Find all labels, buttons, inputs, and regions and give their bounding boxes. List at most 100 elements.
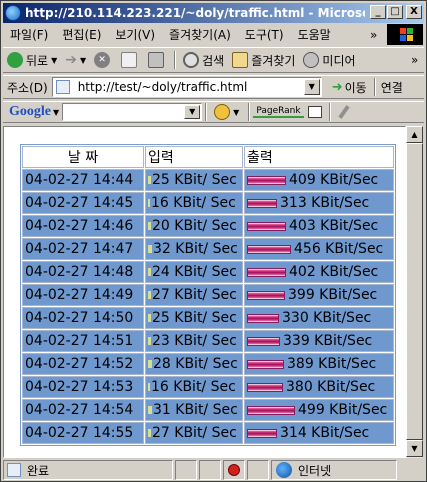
menu-edit[interactable]: 편집(E) <box>55 26 108 43</box>
status-bar: 완료 인터넷 <box>3 460 424 480</box>
search-icon <box>183 52 200 68</box>
menu-help[interactable]: 도움말 <box>291 26 338 43</box>
back-label: 뒤로 <box>26 53 49 68</box>
output-value: 409 KBit/Sec <box>289 172 379 188</box>
input-cell: 16 KBit/ Sec <box>145 192 243 214</box>
menu-favorites[interactable]: 즐겨찾기(A) <box>162 26 238 43</box>
pagerank-indicator[interactable]: PageRank <box>253 106 304 118</box>
search-button[interactable]: 검색 <box>179 52 228 69</box>
forward-button[interactable]: ➔ ▼ <box>61 52 90 68</box>
output-cell: 330 KBit/Sec <box>244 307 394 329</box>
table-row: 04-02-27 14:44 25 KBit/ Sec 409 KBit/Sec <box>22 169 394 191</box>
maximize-button[interactable]: □ <box>387 5 403 19</box>
google-search-input[interactable]: ▼ <box>62 103 203 121</box>
highlight-pen-icon[interactable] <box>337 105 350 119</box>
internet-zone-icon <box>276 462 292 478</box>
back-button[interactable]: 뒤로 ▼ <box>3 52 61 69</box>
address-dropdown-icon[interactable]: ▼ <box>303 79 320 95</box>
input-value: 24 KBit/ Sec <box>152 264 237 280</box>
input-value: 28 KBit/ Sec <box>153 356 238 372</box>
toolbar-separator <box>174 51 177 69</box>
favorites-button[interactable]: 즐겨찾기 <box>228 52 299 69</box>
input-value: 23 KBit/ Sec <box>152 333 237 349</box>
output-cell: 403 KBit/Sec <box>244 215 394 237</box>
input-value: 16 KBit/ Sec <box>151 379 236 395</box>
scroll-up-button[interactable]: ▲ <box>406 126 423 143</box>
google-separator-2 <box>248 103 251 121</box>
favorites-icon <box>232 52 249 68</box>
google-search-dropdown-icon[interactable]: ▼ <box>233 108 239 117</box>
address-label: 주소(D) <box>7 80 48 95</box>
output-traffic-bar <box>247 267 286 277</box>
google-menu-dropdown-icon[interactable]: ▼ <box>53 108 59 117</box>
scrollbar-thumb[interactable] <box>406 143 423 440</box>
input-value: 16 KBit/ Sec <box>151 195 236 211</box>
page-content: 날 짜 입력 출력 04-02-27 14:44 25 KBit/ Sec 409 … <box>3 126 406 458</box>
menu-file[interactable]: 파일(F) <box>3 26 55 43</box>
window-title: http://210.114.223.221/~doly/traffic.htm… <box>25 6 365 20</box>
output-cell: 409 KBit/Sec <box>244 169 394 191</box>
output-traffic-bar <box>247 313 279 323</box>
back-dropdown-icon: ▼ <box>51 55 58 65</box>
links-label[interactable]: 연결 <box>379 79 403 96</box>
google-search-dropdown-icon[interactable]: ▼ <box>184 105 201 119</box>
output-cell: 339 KBit/Sec <box>244 330 394 352</box>
date-cell: 04-02-27 14:44 <box>22 169 144 191</box>
title-bar[interactable]: http://210.114.223.221/~doly/traffic.htm… <box>3 3 424 23</box>
google-separator-3 <box>328 103 331 121</box>
home-button[interactable] <box>144 52 171 68</box>
toolbar-overflow-chevron[interactable]: » <box>411 53 418 67</box>
input-cell: 23 KBit/ Sec <box>145 330 243 352</box>
output-value: 330 KBit/Sec <box>282 310 372 326</box>
google-logo[interactable]: Google <box>3 104 53 120</box>
input-cell: 16 KBit/ Sec <box>145 376 243 398</box>
date-cell: 04-02-27 14:49 <box>22 284 144 306</box>
input-value: 31 KBit/ Sec <box>153 402 238 418</box>
header-output: 출력 <box>244 146 394 168</box>
output-cell: 380 KBit/Sec <box>244 376 394 398</box>
minimize-button[interactable]: _ <box>370 5 386 19</box>
input-value: 27 KBit/ Sec <box>152 287 237 303</box>
stop-button[interactable]: ✕ <box>90 52 117 68</box>
input-cell: 24 KBit/ Sec <box>145 261 243 283</box>
go-button[interactable]: ➜ 이동 <box>328 79 371 96</box>
table-row: 04-02-27 14:45 16 KBit/ Sec 313 KBit/Sec <box>22 192 394 214</box>
standard-toolbar: 뒤로 ▼ ➔ ▼ ✕ 검색 즐겨찾기 미디어 » <box>3 47 424 73</box>
output-value: 456 KBit/Sec <box>294 241 384 257</box>
status-lock-cell <box>199 460 221 480</box>
address-field[interactable]: http://test/~doly/traffic.html ▼ <box>51 77 322 97</box>
table-row: 04-02-27 14:51 23 KBit/ Sec 339 KBit/Sec <box>22 330 394 352</box>
input-cell: 31 KBit/ Sec <box>145 399 243 421</box>
go-label: 이동 <box>344 80 367 95</box>
scroll-down-button[interactable]: ▼ <box>406 440 423 457</box>
input-level-indicator <box>148 314 151 322</box>
date-cell: 04-02-27 14:50 <box>22 307 144 329</box>
table-row: 04-02-27 14:54 31 KBit/ Sec 499 KBit/Sec <box>22 399 394 421</box>
input-value: 25 KBit/ Sec <box>152 172 237 188</box>
input-level-indicator <box>148 245 152 253</box>
media-button[interactable]: 미디어 <box>299 52 359 69</box>
vertical-scrollbar[interactable]: ▲ ▼ <box>406 126 423 458</box>
refresh-icon <box>121 52 138 68</box>
date-cell: 04-02-27 14:55 <box>22 422 144 444</box>
page-info-icon[interactable] <box>307 106 322 118</box>
output-value: 402 KBit/Sec <box>289 264 379 280</box>
menu-tools[interactable]: 도구(T) <box>238 26 291 43</box>
popup-blocked-cell[interactable] <box>223 460 245 480</box>
input-level-indicator <box>148 268 151 276</box>
google-search-icon[interactable] <box>214 104 231 120</box>
output-value: 313 KBit/Sec <box>280 195 370 211</box>
table-row: 04-02-27 14:53 16 KBit/ Sec 380 KBit/Sec <box>22 376 394 398</box>
address-url: http://test/~doly/traffic.html <box>77 80 248 94</box>
output-cell: 399 KBit/Sec <box>244 284 394 306</box>
stop-icon: ✕ <box>94 52 111 68</box>
refresh-button[interactable] <box>117 52 144 68</box>
status-text: 완료 <box>27 463 50 478</box>
output-value: 389 KBit/Sec <box>287 356 377 372</box>
menu-view[interactable]: 보기(V) <box>108 26 162 43</box>
input-level-indicator <box>148 383 150 391</box>
menu-overflow-chevron[interactable]: » <box>363 28 384 42</box>
google-separator <box>205 103 208 121</box>
close-button[interactable]: X <box>406 5 422 19</box>
output-traffic-bar <box>247 175 286 185</box>
